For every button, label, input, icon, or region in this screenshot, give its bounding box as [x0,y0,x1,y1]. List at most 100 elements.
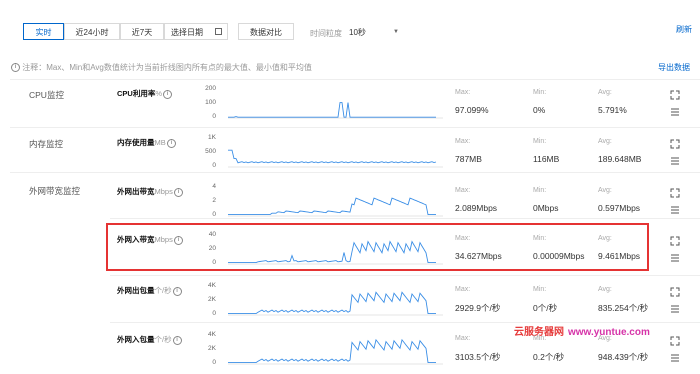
granularity-label: 时间粒度 [310,29,342,38]
avg-label: Avg: [598,89,612,96]
y-tick-label: 4 [212,183,216,190]
metric-chart [228,338,443,365]
min-value: 116MB [533,154,560,164]
toolbar: 实时 近24小时 近7天 选择日期 数据对比 时间粒度 10秒 ▼ 刷新 [0,0,700,56]
y-tick-label: 2K [208,296,216,303]
select-date-button[interactable]: 选择日期 [164,23,228,40]
export-data-link[interactable]: 导出数据 [658,62,690,73]
granularity-select[interactable]: 10秒 ▼ [349,27,401,39]
y-tick-label: 2K [208,345,216,352]
min-value: 0Mbps [533,203,559,213]
watermark-part1: 云服务器网 [514,327,564,338]
last-24h-button[interactable]: 近24小时 [64,23,120,40]
metric-chart [228,291,443,316]
menu-icon[interactable] [670,205,680,215]
metric-chart [228,102,443,119]
max-label: Max: [455,187,471,194]
metric-name: 外网入包量个/秒 i [117,334,182,345]
max-label: Max: [455,138,471,145]
info-icon[interactable]: i [172,286,182,296]
refresh-link[interactable]: 刷新 [676,24,692,35]
y-tick-label: 0 [212,310,216,317]
y-tick-label: 0 [212,162,216,169]
menu-icon[interactable] [670,107,680,117]
min-label: Min: [533,89,547,96]
y-tick-label: 4K [208,331,216,338]
metric-unit: 个/秒 [154,286,172,295]
y-tick-label: 100 [205,99,216,106]
y-tick-label: 0 [212,113,216,120]
metric-row: 外网出包量个/秒 i 4K 2K 0 Max: 2929.9个/秒 Min: 0个/秒 Avg: 8… [0,282,700,325]
min-value: 0% [533,105,546,115]
info-icon: i [11,63,20,73]
select-date-label: 选择日期 [171,28,203,37]
metric-name: CPU利用率% i [117,88,173,99]
max-label: Max: [455,286,471,293]
metric-unit: % [155,89,163,98]
menu-icon[interactable] [670,353,680,363]
metric-name: 外网出包量个/秒 i [117,285,182,296]
watermark-part2: www.yuntue.com [568,327,650,338]
metric-name-text: 外网入包量 [117,335,155,344]
y-tick-label: 1K [208,134,216,141]
max-label: Max: [455,335,471,342]
metric-unit: 个/秒 [154,335,172,344]
expand-icon[interactable] [670,139,680,149]
min-label: Min: [533,138,547,145]
metric-name-text: CPU利用率 [117,89,156,98]
menu-icon[interactable] [670,156,680,166]
expand-icon[interactable] [670,188,680,198]
avg-label: Avg: [598,286,612,293]
menu-icon[interactable] [670,253,680,263]
y-tick-label: 200 [205,85,216,92]
metric-name-text: 内存使用量 [117,138,155,147]
avg-label: Avg: [598,138,612,145]
expand-icon[interactable] [670,236,680,246]
data-compare-button[interactable]: 数据对比 [238,23,294,40]
highlight-box [106,223,649,271]
note-row: i 注释：Max、Min和Avg数值统计为当前折线图内所有点的最大值、最小值和平… [10,62,312,73]
metric-name-text: 外网出包量 [117,286,155,295]
expand-icon[interactable] [670,336,680,346]
y-tick-label: 500 [205,148,216,155]
max-value: 97.099% [455,105,489,115]
min-label: Min: [533,286,547,293]
info-icon[interactable]: i [163,89,173,99]
info-icon[interactable]: i [173,187,183,197]
menu-icon[interactable] [670,304,680,314]
chevron-down-icon: ▼ [393,29,399,35]
metric-row: CPU利用率% i 200 100 0 Max: 97.099% Min: 0% Avg: 5.79… [0,85,700,128]
realtime-button[interactable]: 实时 [23,23,64,40]
series-line [228,291,436,315]
metric-row: 内存使用量MB i 1K 500 0 Max: 787MB Min: 116MB Avg: 189.… [0,134,700,177]
granularity-value: 10秒 [349,28,366,37]
info-icon[interactable]: i [166,138,176,148]
series-line [228,338,436,364]
expand-icon[interactable] [670,90,680,100]
min-label: Min: [533,187,547,194]
metric-name: 外网出带宽Mbps i [117,186,183,197]
metric-unit: Mbps [154,187,173,196]
expand-icon[interactable] [670,287,680,297]
info-icon[interactable]: i [172,335,182,345]
avg-label: Avg: [598,187,612,194]
metric-unit: MB [154,138,166,147]
metric-row: 外网入包量个/秒 i 4K 2K 0 Max: 3103.5个/秒 Min: 0.2个/秒 Avg… [0,331,700,374]
calendar-icon [215,28,222,35]
series-line [228,149,437,164]
avg-value: 835.254个/秒 [598,303,649,313]
max-value: 2929.9个/秒 [455,303,501,313]
max-value: 787MB [455,154,482,164]
avg-value: 5.791% [598,105,627,115]
y-tick-label: 0 [212,211,216,218]
note-text: 注释：Max、Min和Avg数值统计为当前折线图内所有点的最大值、最小值和平均值 [22,63,312,72]
metric-chart [228,149,443,168]
watermark: 云服务器网 www.yuntue.com [514,323,650,338]
metric-name-text: 外网出带宽 [117,187,155,196]
metric-chart [228,197,443,217]
last-7d-button[interactable]: 近7天 [120,23,164,40]
max-value: 2.089Mbps [455,203,498,213]
y-tick-label: 4K [208,282,216,289]
avg-value: 189.648MB [598,154,642,164]
max-label: Max: [455,89,471,96]
